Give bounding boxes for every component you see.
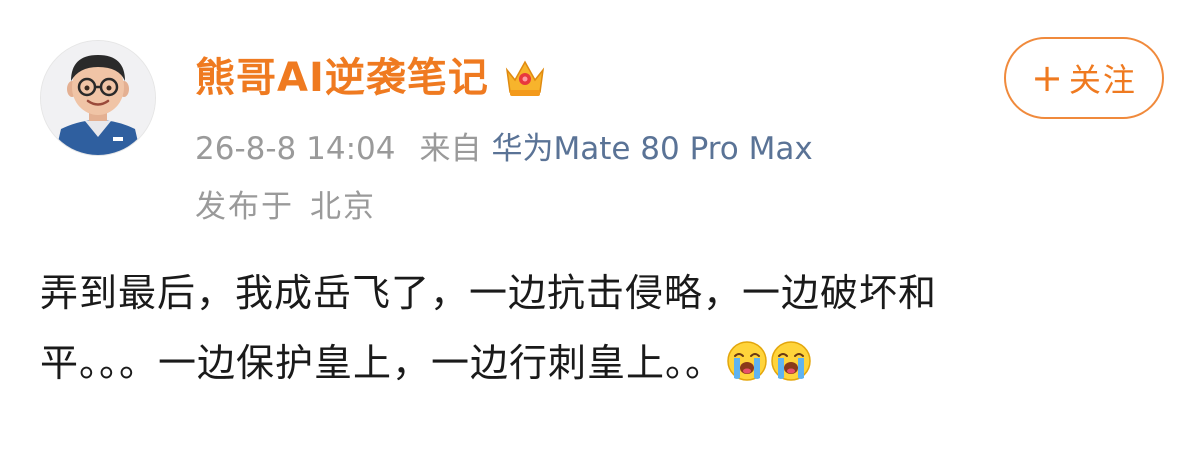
follow-label: 关注 [1068,61,1137,99]
plus-icon: + [1031,56,1063,100]
avatar[interactable] [40,40,156,156]
post-timestamp: 26-8-8 14:04 [195,131,396,167]
username-row: 熊哥AI逆袭笔记 [195,52,547,104]
crying-emoji-icon [770,334,812,381]
follow-button[interactable]: + 关注 [1004,37,1164,119]
post-location: 发布于 北京 [195,184,376,230]
username[interactable]: 熊哥AI逆袭笔记 [195,52,489,104]
crying-emoji-icon [726,334,768,381]
post-content-line-1: 弄到最后，我成岳飞了，一边抗击侵略，一边破坏和 [40,271,938,315]
vip-crown-icon[interactable] [503,56,547,100]
post-content: 弄到最后，我成岳飞了，一边抗击侵略，一边破坏和 平。。。一边保护皇上，一边行刺皇… [40,258,1040,398]
post-content-line-2: 平。。。一边保护皇上，一边行刺皇上。。 [40,328,1040,398]
location-label: 发布于 [195,189,294,225]
post-content-line-2-text: 平。。。一边保护皇上，一边行刺皇上。。 [40,341,725,385]
location-value: 北京 [310,189,376,225]
avatar-cartoon-man-icon [41,41,155,155]
post-meta: 26-8-8 14:04 来自 华为Mate 80 Pro Max [195,126,813,172]
weibo-post: 熊哥AI逆袭笔记 26-8-8 14:04 来自 华为Mate 80 Pro Max… [0,0,1200,456]
source-prefix: 来自 [419,131,482,167]
device-link[interactable]: 华为Mate 80 Pro Max [491,131,812,167]
